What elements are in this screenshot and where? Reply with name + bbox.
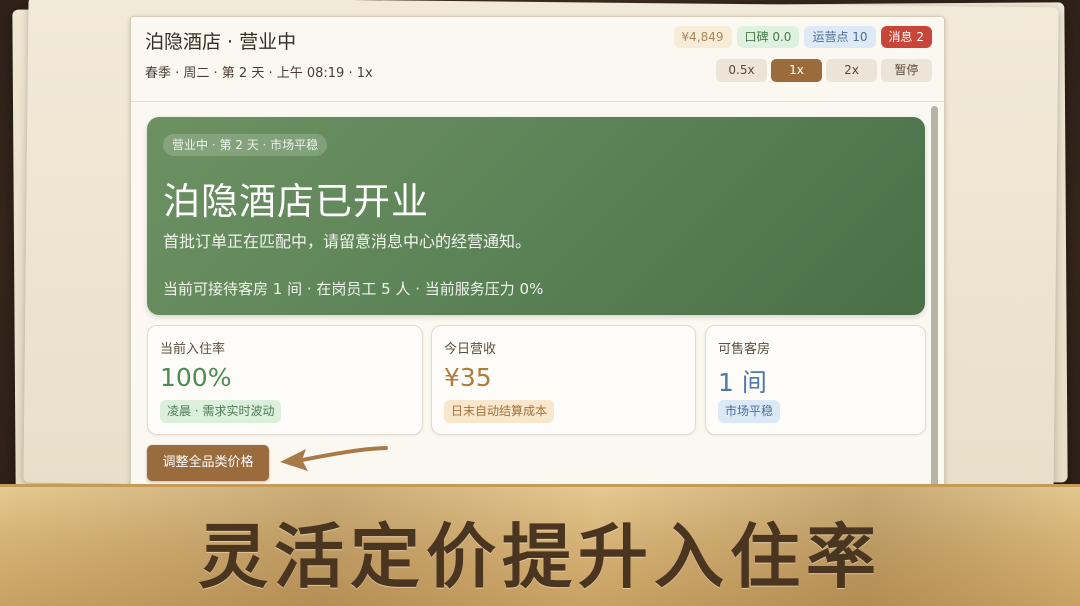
hero-title: 泊隐酒店已开业 xyxy=(163,180,429,223)
reputation-badge: 口碑 0.0 xyxy=(736,26,800,48)
rooms-value: 1 间 xyxy=(718,368,767,397)
game-window: 泊隐酒店 · 营业中 春季 · 周二 · 第 2 天 · 上午 08:19 · … xyxy=(130,16,945,488)
main-content: 营业中 · 第 2 天 · 市场平稳 泊隐酒店已开业 首批订单正在匹配中，请留意… xyxy=(131,102,944,487)
revenue-card: 今日营收 ¥35 日末自动结算成本 xyxy=(431,325,696,435)
promo-headline: 灵活定价提升入住率 xyxy=(198,515,882,598)
card-label: 可售客房 xyxy=(718,342,771,357)
pause-button[interactable]: 暂停 xyxy=(881,59,932,82)
opening-banner-card: 营业中 · 第 2 天 · 市场平稳 泊隐酒店已开业 首批订单正在匹配中，请留意… xyxy=(147,117,925,315)
adjust-price-button[interactable]: 调整全品类价格 xyxy=(147,445,269,481)
card-label: 今日营收 xyxy=(444,342,497,357)
card-tag: 凌晨 · 需求实时波动 xyxy=(160,400,282,423)
scrollbar[interactable] xyxy=(931,106,938,487)
occupancy-card: 当前入住率 100% 凌晨 · 需求实时波动 xyxy=(147,325,423,435)
status-pill: 营业中 · 第 2 天 · 市场平稳 xyxy=(163,134,328,156)
speed-1x-button[interactable]: 1x xyxy=(771,59,822,82)
speed-0-5x-button[interactable]: 0.5x xyxy=(716,59,767,82)
card-tag: 市场平稳 xyxy=(718,400,781,423)
hero-summary: 当前可接待客房 1 间 · 在岗员工 5 人 · 当前服务压力 0% xyxy=(163,280,544,298)
hero-description: 首批订单正在匹配中，请留意消息中心的经营通知。 xyxy=(163,232,532,251)
ops-points-badge: 运营点 10 xyxy=(804,26,876,48)
card-tag: 日末自动结算成本 xyxy=(444,400,555,423)
pointer-arrow-icon xyxy=(280,446,388,471)
revenue-value: ¥35 xyxy=(444,363,492,392)
promo-banner: 灵活定价提升入住率 xyxy=(0,484,1080,606)
hotel-title: 泊隐酒店 · 营业中 xyxy=(145,31,297,53)
occupancy-value: 100% xyxy=(160,363,232,392)
available-rooms-card: 可售客房 1 间 市场平稳 xyxy=(705,325,926,435)
card-label: 当前入住率 xyxy=(160,342,226,357)
date-time-status: 春季 · 周二 · 第 2 天 · 上午 08:19 · 1x xyxy=(145,66,373,81)
money-badge: ¥4,849 xyxy=(673,26,732,48)
stats-bar: ¥4,849 口碑 0.0 运营点 10 消息 2 xyxy=(673,26,932,48)
speed-2x-button[interactable]: 2x xyxy=(826,59,877,82)
top-bar: 泊隐酒店 · 营业中 春季 · 周二 · 第 2 天 · 上午 08:19 · … xyxy=(131,17,944,102)
messages-button[interactable]: 消息 2 xyxy=(880,26,932,48)
speed-controls: 0.5x 1x 2x 暂停 xyxy=(716,59,932,82)
